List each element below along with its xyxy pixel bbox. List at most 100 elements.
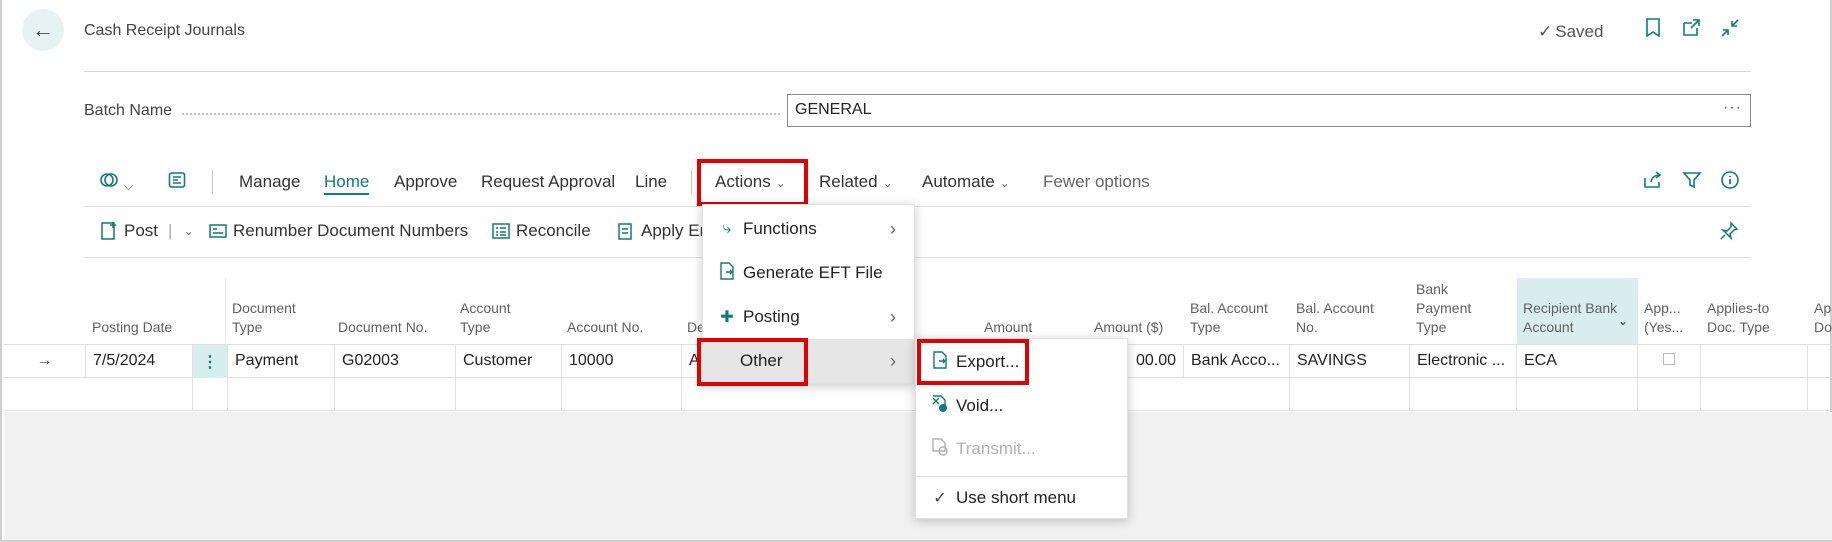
cell-empty[interactable] <box>335 378 456 411</box>
col-document-no[interactable]: Document No. <box>332 318 433 337</box>
reconcile-label: Reconcile <box>516 221 591 240</box>
col-posting-date[interactable]: Posting Date <box>86 318 178 337</box>
menu-item-functions[interactable]: ⤷ Functions › <box>703 207 914 251</box>
checkbox[interactable] <box>1663 353 1675 365</box>
cell-empty[interactable] <box>1638 378 1701 411</box>
col-app-yes-line1: App... <box>1644 300 1681 316</box>
col-app-yes-line2: (Yes... <box>1644 319 1684 335</box>
cell-empty[interactable] <box>456 378 562 411</box>
filter-icon[interactable] <box>1682 170 1702 195</box>
cell-empty[interactable] <box>228 378 335 411</box>
cell-empty[interactable] <box>86 378 193 411</box>
pin-icon[interactable] <box>1719 221 1739 241</box>
col-bank-payment-type[interactable]: Bank Payment Type <box>1410 280 1477 337</box>
cell-empty[interactable] <box>1410 378 1517 411</box>
cell-empty[interactable] <box>193 378 228 411</box>
chevron-down-icon: ⌄ <box>999 176 1010 190</box>
menu-item-posting[interactable]: ✚ Posting › <box>703 295 914 339</box>
split-divider: | <box>168 221 173 240</box>
cell-recipient-bank[interactable]: ECA <box>1517 345 1638 378</box>
transmit-document-icon <box>930 437 950 461</box>
batch-name-field[interactable]: GENERAL ··· <box>787 94 1751 127</box>
menu-item-use-short-menu[interactable]: ✓ Use short menu <box>916 476 1127 520</box>
cell-account-type[interactable]: Customer <box>456 345 562 378</box>
post-label: Post <box>124 221 159 240</box>
col-account-type[interactable]: Account Type <box>454 299 517 337</box>
menu-item-posting-label: Posting <box>743 307 800 326</box>
reconcile-button[interactable]: Reconcile <box>492 221 591 241</box>
tab-home[interactable]: Home <box>324 172 370 195</box>
copilot-icon[interactable]: ⌵ <box>99 170 133 195</box>
col-amount[interactable]: Amount <box>978 318 1038 337</box>
renumber-label: Renumber Document Numbers <box>233 221 469 240</box>
col-recipient-bank-account[interactable]: Recipient Bank Account <box>1517 299 1623 337</box>
col-bal-account-no-line2: No. <box>1296 319 1318 335</box>
tab-related[interactable]: Related ⌄ <box>819 172 893 192</box>
col-bal-account-type[interactable]: Bal. Account Type <box>1184 299 1274 337</box>
col-amount-usd[interactable]: Amount ($) <box>1088 318 1169 337</box>
cell-empty[interactable] <box>1701 378 1808 411</box>
share-icon[interactable] <box>1642 170 1662 195</box>
col-document-type[interactable]: Document Type <box>226 299 302 337</box>
menu-item-generate-eft[interactable]: Generate EFT File <box>703 251 914 295</box>
tab-manage[interactable]: Manage <box>239 172 300 192</box>
toolbar-separator <box>212 170 213 194</box>
cell-bank-payment-type[interactable]: Electronic ... <box>1410 345 1517 378</box>
tab-request-approval[interactable]: Request Approval <box>481 172 615 192</box>
chevron-down-icon[interactable]: ⌄ <box>183 224 193 238</box>
menu-item-void-label: Void... <box>956 396 1004 415</box>
chevron-down-icon: ⌄ <box>882 176 893 190</box>
col-recipient-bank-line1: Recipient Bank <box>1523 300 1618 316</box>
col-document-type-line1: Document <box>232 300 296 316</box>
cell-app-yes[interactable] <box>1638 345 1701 378</box>
col-applies-to-doc-no[interactable]: Ap Do <box>1808 299 1832 337</box>
post-icon <box>101 222 116 240</box>
page-layout-icon[interactable] <box>168 171 186 194</box>
cell-applies-to-doc-type[interactable] <box>1701 345 1808 378</box>
cell-applies-to-doc-no[interactable] <box>1808 345 1832 378</box>
void-document-icon <box>930 394 950 418</box>
col-applies-to-doc-type[interactable]: Applies-to Doc. Type <box>1701 299 1776 337</box>
chevron-right-icon: › <box>890 218 896 239</box>
fewer-options-button[interactable]: Fewer options <box>1043 172 1150 192</box>
bookmark-icon[interactable] <box>1645 18 1661 43</box>
tab-approve[interactable]: Approve <box>394 172 457 192</box>
posting-icon: ✚ <box>720 309 734 326</box>
reconcile-icon <box>492 223 510 239</box>
cell-empty[interactable] <box>562 378 682 411</box>
cell-posting-date[interactable]: 7/5/2024 <box>86 345 193 378</box>
highlight-export-box <box>917 339 1029 385</box>
collapse-icon[interactable] <box>1720 18 1740 43</box>
cell-document-type[interactable]: Payment <box>228 345 335 378</box>
cell-account-no[interactable]: 10000 <box>562 345 682 378</box>
post-button[interactable]: Post | ⌄ <box>100 221 194 241</box>
cell-document-no[interactable]: G02003 <box>335 345 456 378</box>
cell-bal-account-type[interactable]: Bank Acco... <box>1184 345 1290 378</box>
col-bal-account-no[interactable]: Bal. Account No. <box>1290 299 1380 337</box>
open-new-window-icon[interactable] <box>1681 18 1701 43</box>
menu-item-void[interactable]: Void... <box>916 384 1127 428</box>
more-options-icon[interactable]: ··· <box>1723 99 1742 117</box>
cell-empty[interactable] <box>1184 378 1290 411</box>
cell-empty[interactable] <box>1290 378 1410 411</box>
tab-line[interactable]: Line <box>635 172 667 192</box>
chevron-down-icon[interactable]: ⌄ <box>1618 314 1628 328</box>
cell-bal-account-no[interactable]: SAVINGS <box>1290 345 1410 378</box>
row-selected-arrow-icon: → <box>4 345 86 378</box>
tab-automate[interactable]: Automate ⌄ <box>922 172 1010 192</box>
renumber-button[interactable]: Renumber Document Numbers <box>209 221 468 241</box>
row-actions-menu-icon[interactable]: ⋮ <box>193 345 228 378</box>
back-button[interactable]: ← <box>22 9 64 51</box>
col-bank-payment-type-line3: Type <box>1416 319 1447 335</box>
info-icon[interactable] <box>1720 170 1740 195</box>
col-bank-payment-type-line1: Bank <box>1416 281 1448 297</box>
saved-status: ✓ Saved <box>1538 22 1603 42</box>
apply-entries-icon <box>618 223 632 240</box>
cell-empty[interactable] <box>1517 378 1638 411</box>
col-recipient-bank-line2: Account <box>1523 319 1574 335</box>
col-account-type-line1: Account <box>460 300 511 316</box>
col-app-yes[interactable]: App... (Yes... <box>1638 299 1689 337</box>
col-account-no[interactable]: Account No. <box>561 318 649 337</box>
apply-entries-button[interactable]: Apply En <box>617 221 709 241</box>
col-applies-to-line1: Applies-to <box>1707 300 1770 316</box>
